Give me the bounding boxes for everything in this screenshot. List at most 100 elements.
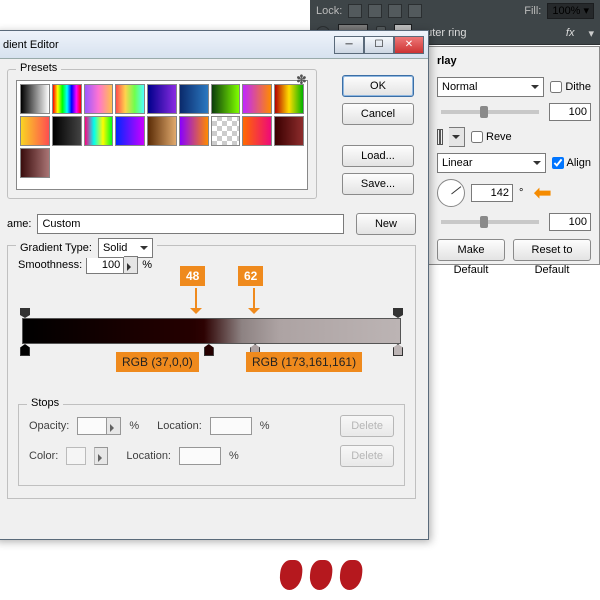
color-stop-1[interactable]	[20, 344, 30, 356]
window-title: dient Editor	[0, 39, 334, 51]
style-select[interactable]: Linear	[437, 153, 546, 173]
color-stop-4[interactable]	[393, 344, 403, 356]
color-location-field[interactable]	[179, 447, 221, 465]
annotation-arrow-icon	[190, 308, 202, 320]
annotation-arrow-icon: ⬅	[533, 180, 551, 206]
opacity-stepper[interactable]	[107, 417, 121, 435]
annotation-arrow-icon	[248, 308, 260, 320]
preset-swatch[interactable]	[147, 116, 177, 146]
opacity-stop-right[interactable]	[393, 308, 403, 318]
gradient-type-group: Gradient Type: Solid Smoothness: 100 %	[7, 245, 416, 499]
preset-swatch[interactable]	[52, 84, 82, 114]
delete-color-stop-button[interactable]: Delete	[340, 445, 394, 467]
fx-badge[interactable]: fx	[566, 27, 575, 39]
preset-swatch[interactable]	[274, 116, 304, 146]
preset-swatch[interactable]	[115, 84, 145, 114]
presets-group: Presets	[7, 69, 317, 199]
preset-swatch[interactable]	[179, 84, 209, 114]
dither-checkbox[interactable]: Dithe	[550, 81, 591, 93]
preset-swatch[interactable]	[52, 116, 82, 146]
stops-group: Stops Opacity: % Location: % Delete Colo…	[18, 404, 405, 486]
angle-field[interactable]: 142	[471, 184, 513, 202]
name-field[interactable]: Custom	[37, 214, 344, 234]
canvas-bg: Lock: Fill: 100%▾ outer ring fx ▾ rlay N…	[0, 0, 600, 600]
preset-swatch[interactable]	[20, 116, 50, 146]
preset-row	[19, 115, 305, 147]
gear-icon[interactable]	[296, 72, 310, 86]
percent-label: %	[142, 259, 152, 271]
opacity-field[interactable]: 100	[549, 103, 591, 121]
preset-list[interactable]	[16, 80, 308, 190]
load-button[interactable]: Load...	[342, 145, 414, 167]
smoothness-label: Smoothness:	[18, 259, 82, 271]
lock-transparency-icon[interactable]	[348, 4, 362, 18]
annotation-48: 48	[180, 266, 205, 286]
preset-swatch[interactable]	[179, 116, 209, 146]
preset-swatch[interactable]	[147, 84, 177, 114]
presets-label: Presets	[16, 62, 61, 74]
angle-unit: °	[519, 187, 523, 199]
close-button[interactable]: ✕	[394, 36, 424, 54]
color-picker-arrow[interactable]	[94, 447, 108, 465]
gradient-type-select[interactable]: Solid	[98, 238, 153, 258]
new-button[interactable]: New	[356, 213, 416, 235]
lock-all-icon[interactable]	[408, 4, 422, 18]
annotation-62: 62	[238, 266, 263, 286]
gradient-type-label: Gradient Type:	[20, 242, 92, 254]
scale-slider[interactable]	[441, 220, 539, 224]
reset-default-button[interactable]: Reset to Default	[513, 239, 591, 261]
gradient-dropdown[interactable]	[449, 127, 465, 147]
ok-button[interactable]: OK	[342, 75, 414, 97]
titlebar[interactable]: dient Editor ─ ☐ ✕	[0, 31, 428, 59]
smoothness-stepper[interactable]	[124, 256, 138, 274]
preset-swatch[interactable]	[211, 116, 241, 146]
preset-swatch[interactable]	[20, 148, 50, 178]
stops-label: Stops	[27, 397, 63, 409]
color-stop-label: Color:	[29, 450, 58, 462]
minimize-button[interactable]: ─	[334, 36, 364, 54]
scale-field[interactable]: 100	[549, 213, 591, 231]
smoothness-field[interactable]: 100	[86, 256, 124, 274]
opacity-location-field[interactable]	[210, 417, 252, 435]
layer-style-dialog: rlay Normal Dithe 100 Reve Linear Align …	[418, 46, 600, 265]
preset-swatch[interactable]	[274, 84, 304, 114]
color-stop-2[interactable]	[204, 344, 214, 356]
reverse-checkbox[interactable]: Reve	[471, 131, 512, 143]
lock-label: Lock:	[316, 5, 342, 17]
fill-label: Fill:	[524, 5, 541, 17]
gradient-editor-window: dient Editor ─ ☐ ✕ Presets OK Cancel	[0, 30, 429, 540]
cancel-button[interactable]: Cancel	[342, 103, 414, 125]
preset-swatch[interactable]	[20, 84, 50, 114]
annotation-rgb2: RGB (173,161,161)	[246, 352, 362, 372]
preset-row	[19, 83, 305, 115]
lock-position-icon[interactable]	[388, 4, 402, 18]
preset-swatch[interactable]	[242, 116, 272, 146]
opacity-stop-field[interactable]	[77, 417, 107, 435]
fill-value[interactable]: 100%▾	[547, 3, 594, 19]
artwork-shapes	[280, 560, 400, 600]
make-default-button[interactable]: Make Default	[437, 239, 505, 261]
preset-swatch[interactable]	[242, 84, 272, 114]
name-label: ame:	[7, 218, 31, 230]
blend-mode-select[interactable]: Normal	[437, 77, 544, 97]
opacity-stop-left[interactable]	[20, 308, 30, 318]
lock-paint-icon[interactable]	[368, 4, 382, 18]
gradient-overlay-title: rlay	[437, 55, 591, 67]
preset-row	[19, 147, 305, 179]
angle-dial[interactable]	[437, 179, 465, 207]
preset-swatch[interactable]	[115, 116, 145, 146]
preset-swatch[interactable]	[84, 84, 114, 114]
align-checkbox[interactable]: Align	[552, 157, 591, 169]
opacity-slider[interactable]	[441, 110, 539, 114]
color-swatch[interactable]	[66, 447, 86, 465]
preset-swatch[interactable]	[84, 116, 114, 146]
annotation-rgb1: RGB (37,0,0)	[116, 352, 199, 372]
location-label: Location:	[157, 420, 202, 432]
maximize-button[interactable]: ☐	[364, 36, 394, 54]
delete-opacity-stop-button[interactable]: Delete	[340, 415, 394, 437]
gradient-preview[interactable]	[437, 129, 443, 145]
preset-swatch[interactable]	[211, 84, 241, 114]
opacity-stop-label: Opacity:	[29, 420, 69, 432]
location-label: Location:	[126, 450, 171, 462]
save-button[interactable]: Save...	[342, 173, 414, 195]
